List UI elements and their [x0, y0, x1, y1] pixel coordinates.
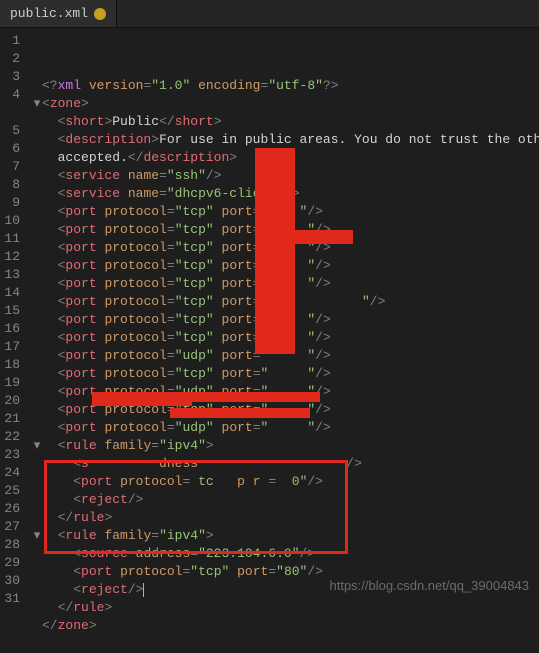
code-line[interactable]: ▾<zone>	[32, 95, 539, 113]
fold-icon[interactable]	[32, 293, 42, 311]
tab-bar: public.xml	[0, 0, 539, 28]
line-number: 20	[4, 392, 20, 410]
code-line[interactable]: <?xml version="1.0" encoding="utf-8"?>	[32, 77, 539, 95]
fold-icon[interactable]	[32, 563, 42, 581]
tab-public-xml[interactable]: public.xml	[0, 0, 117, 27]
line-number	[4, 104, 20, 122]
line-number: 18	[4, 356, 20, 374]
code-line[interactable]: <description>For use in public areas. Yo…	[32, 131, 539, 149]
line-number: 11	[4, 230, 20, 248]
line-number: 12	[4, 248, 20, 266]
line-number: 15	[4, 302, 20, 320]
line-number: 22	[4, 428, 20, 446]
fold-icon[interactable]	[32, 149, 42, 167]
fold-icon[interactable]	[32, 419, 42, 437]
tab-filename: public.xml	[10, 6, 88, 21]
fold-icon[interactable]	[32, 581, 42, 599]
fold-icon[interactable]	[32, 203, 42, 221]
line-number: 23	[4, 446, 20, 464]
line-number: 10	[4, 212, 20, 230]
code-line[interactable]: ▾ <rule family="ipv4">	[32, 437, 539, 455]
line-number: 1	[4, 32, 20, 50]
fold-icon[interactable]	[32, 167, 42, 185]
line-number: 3	[4, 68, 20, 86]
line-number: 8	[4, 176, 20, 194]
code-line[interactable]: </rule>	[32, 599, 539, 617]
fold-icon[interactable]	[32, 599, 42, 617]
fold-icon[interactable]	[32, 275, 42, 293]
fold-icon[interactable]	[32, 131, 42, 149]
line-number: 13	[4, 266, 20, 284]
redaction-annotation	[92, 392, 192, 406]
redaction-annotation	[190, 392, 320, 402]
fold-icon[interactable]	[32, 239, 42, 257]
fold-icon[interactable]	[32, 635, 42, 653]
dirty-indicator-icon	[94, 8, 106, 20]
fold-icon[interactable]: ▾	[32, 527, 42, 545]
fold-icon[interactable]	[32, 491, 42, 509]
line-number: 24	[4, 464, 20, 482]
line-number: 29	[4, 554, 20, 572]
fold-icon[interactable]	[32, 545, 42, 563]
fold-icon[interactable]	[32, 185, 42, 203]
line-number: 17	[4, 338, 20, 356]
fold-icon[interactable]	[32, 401, 42, 419]
code-line[interactable]: <port protocol="tcp" port=" "/>	[32, 365, 539, 383]
code-line[interactable]: <port protocol="udp" port=" "/>	[32, 419, 539, 437]
fold-icon[interactable]	[32, 617, 42, 635]
line-number: 25	[4, 482, 20, 500]
fold-icon[interactable]	[32, 221, 42, 239]
line-number: 31	[4, 590, 20, 608]
fold-icon[interactable]	[32, 329, 42, 347]
line-number: 14	[4, 284, 20, 302]
line-number: 30	[4, 572, 20, 590]
fold-icon[interactable]	[32, 311, 42, 329]
line-number: 4	[4, 86, 20, 104]
line-number: 16	[4, 320, 20, 338]
line-number: 21	[4, 410, 20, 428]
fold-icon[interactable]	[32, 473, 42, 491]
fold-icon[interactable]	[32, 113, 42, 131]
fold-icon[interactable]	[32, 455, 42, 473]
line-number: 26	[4, 500, 20, 518]
line-number: 6	[4, 140, 20, 158]
line-number: 5	[4, 122, 20, 140]
line-number: 19	[4, 374, 20, 392]
highlight-annotation	[44, 460, 348, 554]
line-number: 9	[4, 194, 20, 212]
fold-icon[interactable]	[32, 383, 42, 401]
redaction-annotation	[293, 230, 353, 244]
line-number: 2	[4, 50, 20, 68]
fold-icon[interactable]	[32, 509, 42, 527]
line-number-gutter: 1234567891011121314151617181920212223242…	[0, 28, 28, 599]
line-number: 27	[4, 518, 20, 536]
code-line[interactable]: <short>Public</short>	[32, 113, 539, 131]
fold-icon[interactable]	[32, 77, 42, 95]
watermark: https://blog.csdn.net/qq_39004843	[330, 578, 530, 593]
code-line[interactable]	[32, 635, 539, 653]
fold-icon[interactable]: ▾	[32, 437, 42, 455]
line-number: 28	[4, 536, 20, 554]
line-number: 7	[4, 158, 20, 176]
code-line[interactable]: </zone>	[32, 617, 539, 635]
fold-icon[interactable]: ▾	[32, 95, 42, 113]
fold-icon[interactable]	[32, 365, 42, 383]
redaction-annotation	[255, 148, 295, 354]
fold-icon[interactable]	[32, 347, 42, 365]
redaction-annotation	[170, 408, 310, 418]
fold-icon[interactable]	[32, 257, 42, 275]
